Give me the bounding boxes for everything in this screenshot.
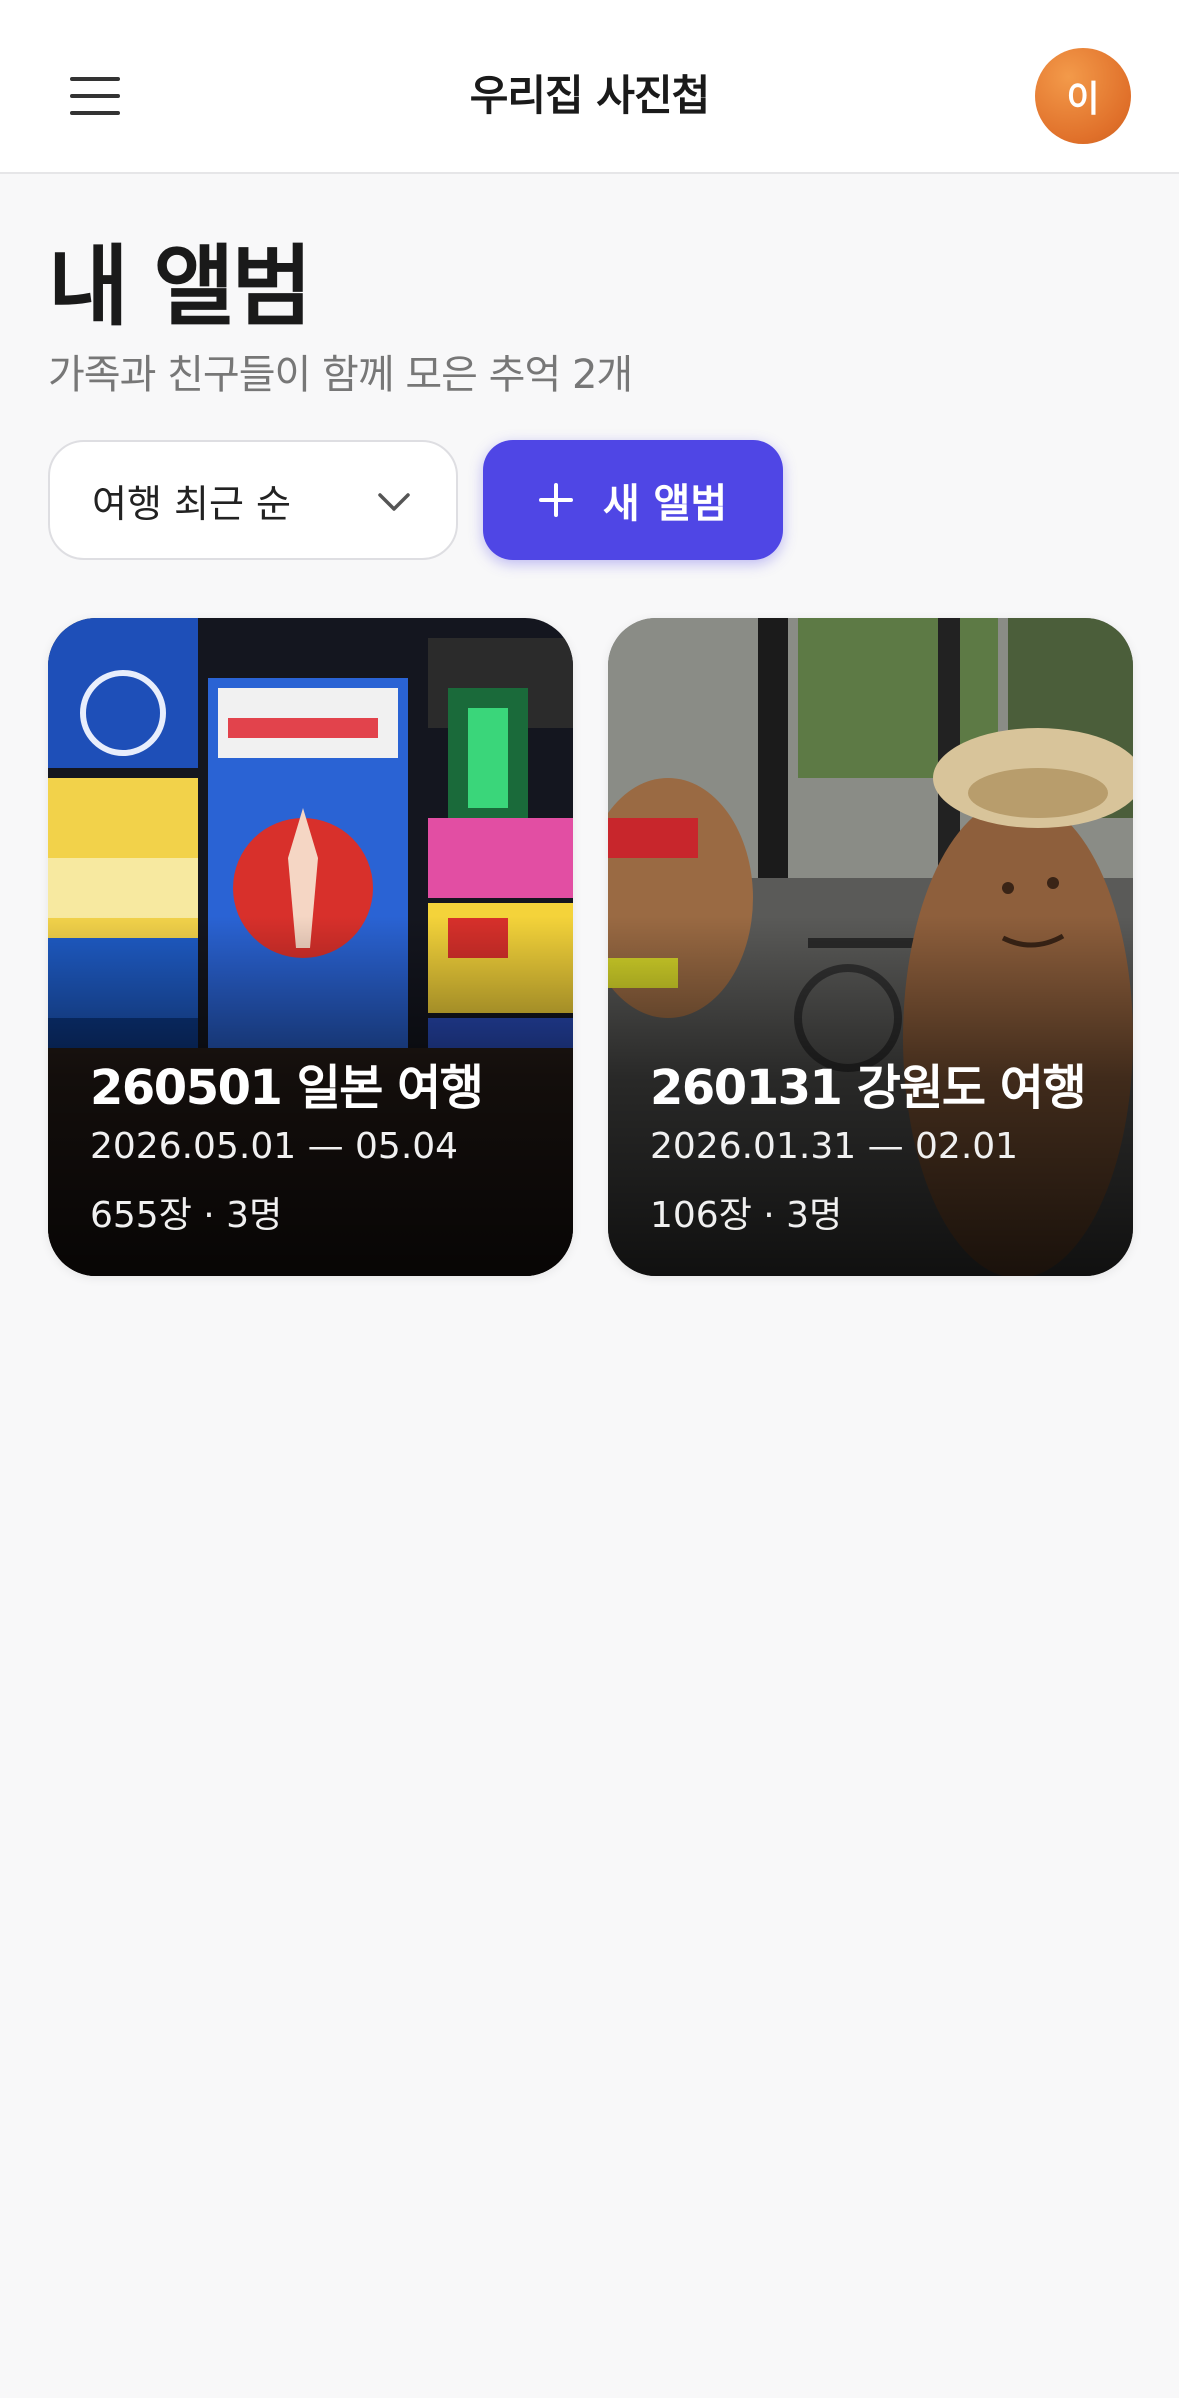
sort-select[interactable]: 여행 최근 순: [48, 440, 458, 560]
page-title: 내 앨범: [48, 235, 313, 338]
new-album-button[interactable]: 새 앨범: [483, 440, 783, 560]
sort-select-value: 여행 최근 순: [92, 481, 291, 526]
album-title: 260501 일본 여행: [90, 1060, 484, 1116]
album-title: 260131 강원도 여행: [650, 1060, 1087, 1116]
album-meta: 106장 · 3명: [650, 1195, 843, 1236]
new-album-label: 새 앨범: [602, 481, 728, 527]
chevron-down-icon: [378, 493, 410, 511]
album-card[interactable]: 260501 일본 여행 2026.05.01 — 05.04 655장 · 3…: [48, 618, 573, 1276]
album-meta: 655장 · 3명: [90, 1195, 283, 1236]
app-title: 우리집 사진첩: [469, 71, 710, 120]
plus-icon: [538, 483, 573, 517]
album-dates: 2026.05.01 — 05.04: [90, 1126, 459, 1167]
album-card[interactable]: 260131 강원도 여행 2026.01.31 — 02.01 106장 · …: [608, 618, 1133, 1276]
page-subtitle: 가족과 친구들이 함께 모은 추억 2개: [48, 352, 633, 398]
top-app-bar: 우리집 사진첩 이: [0, 0, 1179, 174]
avatar[interactable]: 이: [1035, 48, 1131, 144]
album-dates: 2026.01.31 — 02.01: [650, 1126, 1019, 1167]
